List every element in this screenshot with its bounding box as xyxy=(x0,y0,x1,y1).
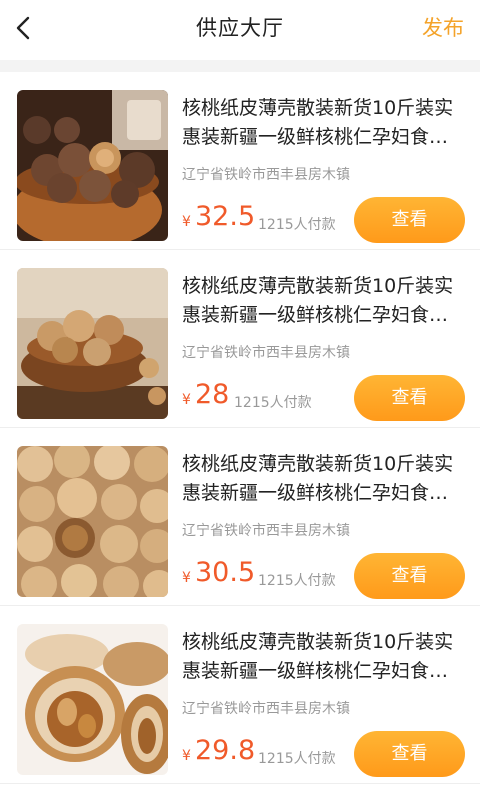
price-currency: ¥ xyxy=(182,214,191,230)
page-title: 供应大厅 xyxy=(196,16,284,40)
view-button[interactable]: 查看 xyxy=(354,731,465,777)
buyer-count: 1215人付款 xyxy=(258,573,336,589)
product-price: 29.8 xyxy=(195,735,256,766)
product-location: 辽宁省铁岭市西丰县房木镇 xyxy=(182,701,350,717)
price-currency: ¥ xyxy=(182,748,191,764)
view-button[interactable]: 查看 xyxy=(354,375,465,421)
product-item[interactable]: 核桃纸皮薄壳散装新货10斤装实惠装新疆一级鲜核桃仁孕妇食… 辽宁省铁岭市西丰县房… xyxy=(0,250,480,428)
price-currency: ¥ xyxy=(182,570,191,586)
publish-button[interactable]: 发布 xyxy=(422,12,464,42)
view-button[interactable]: 查看 xyxy=(354,197,465,243)
product-price: 32.5 xyxy=(195,201,256,232)
product-item[interactable]: 核桃纸皮薄壳散装新货10斤装实惠装新疆一级鲜核桃仁孕妇食… 辽宁省铁岭市西丰县房… xyxy=(0,428,480,606)
buyer-count: 1215人付款 xyxy=(258,217,336,233)
product-price: 28 xyxy=(195,379,230,410)
buyer-count: 1215人付款 xyxy=(234,395,312,411)
product-location: 辽宁省铁岭市西丰县房木镇 xyxy=(182,167,350,183)
nav-bar: 供应大厅 发布 xyxy=(0,0,480,60)
product-image xyxy=(17,90,168,241)
product-item[interactable]: 核桃纸皮薄壳散装新货10斤装实惠装新疆一级鲜核桃仁孕妇食… 辽宁省铁岭市西丰县房… xyxy=(0,72,480,250)
view-button[interactable]: 查看 xyxy=(354,553,465,599)
product-image xyxy=(17,268,168,419)
product-image xyxy=(17,446,168,597)
supply-hall-page: 供应大厅 发布 核桃纸皮薄壳散装新货10斤装实惠装新疆一级鲜核桃仁孕妇食… 辽宁… xyxy=(0,0,480,800)
product-title: 核桃纸皮薄壳散装新货10斤装实惠装新疆一级鲜核桃仁孕妇食… xyxy=(182,97,454,148)
product-location: 辽宁省铁岭市西丰县房木镇 xyxy=(182,345,350,361)
nav-divider xyxy=(0,60,480,72)
product-title: 核桃纸皮薄壳散装新货10斤装实惠装新疆一级鲜核桃仁孕妇食… xyxy=(182,453,454,504)
price-currency: ¥ xyxy=(182,392,191,408)
product-list: 核桃纸皮薄壳散装新货10斤装实惠装新疆一级鲜核桃仁孕妇食… 辽宁省铁岭市西丰县房… xyxy=(0,72,480,784)
product-location: 辽宁省铁岭市西丰县房木镇 xyxy=(182,523,350,539)
product-title: 核桃纸皮薄壳散装新货10斤装实惠装新疆一级鲜核桃仁孕妇食… xyxy=(182,275,454,326)
buyer-count: 1215人付款 xyxy=(258,751,336,767)
product-title: 核桃纸皮薄壳散装新货10斤装实惠装新疆一级鲜核桃仁孕妇食… xyxy=(182,631,454,682)
product-price: 30.5 xyxy=(195,557,256,588)
product-item[interactable]: 核桃纸皮薄壳散装新货10斤装实惠装新疆一级鲜核桃仁孕妇食… 辽宁省铁岭市西丰县房… xyxy=(0,606,480,784)
product-image xyxy=(17,624,168,775)
